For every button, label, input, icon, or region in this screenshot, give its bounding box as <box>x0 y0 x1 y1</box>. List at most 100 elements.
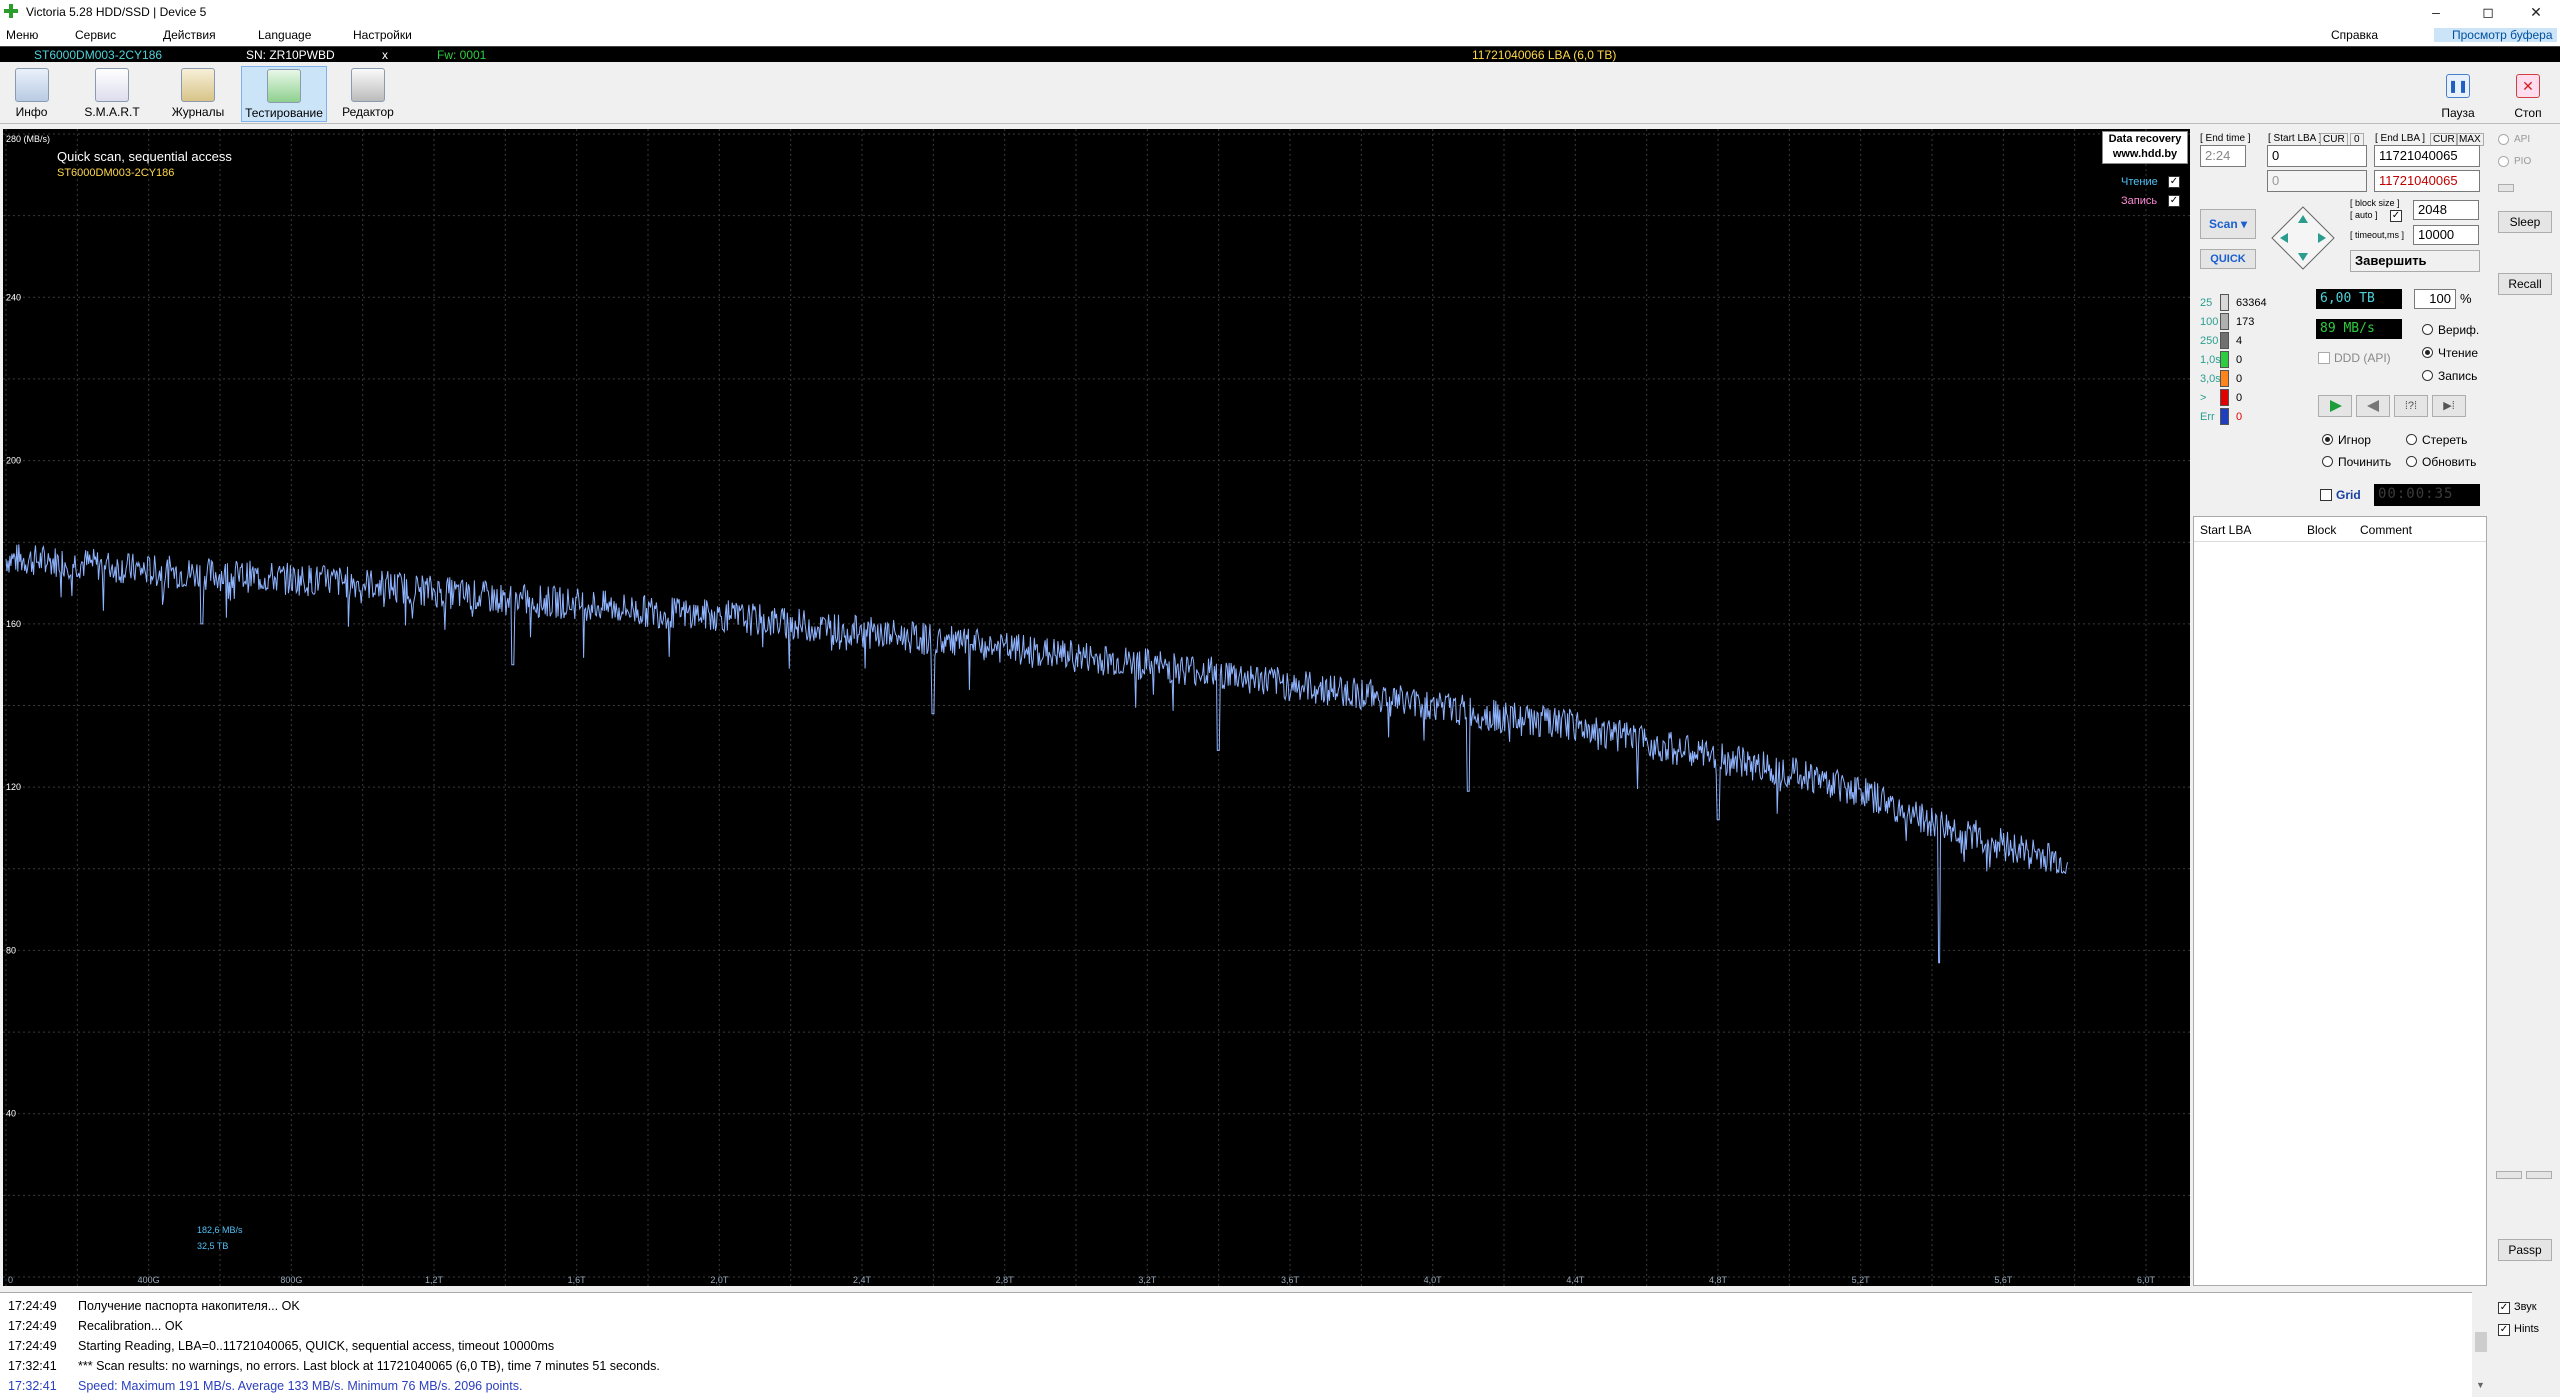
scroll-down-icon[interactable]: ▼ <box>2476 1380 2485 1390</box>
editor-grid-icon <box>351 68 385 102</box>
data-recovery-banner[interactable]: Data recovery www.hdd.by <box>2102 131 2188 164</box>
menu-actions[interactable]: Действия <box>163 28 216 42</box>
y-tick-label: 80 <box>6 945 16 955</box>
speed-graph-svg: 280 (MB/s) 240 200 160 120 80 40 0 400G 800G 1,2T 1… <box>3 129 2190 1286</box>
menu-main[interactable]: Меню <box>6 28 38 42</box>
menu-settings[interactable]: Настройки <box>353 28 412 42</box>
defects-table[interactable]: Start LBA Block Comment <box>2193 516 2487 1286</box>
close-device-icon[interactable]: x <box>382 48 388 62</box>
x-tick-label: 6,0T <box>2137 1275 2156 1285</box>
sound-checkbox[interactable]: ✓ <box>2498 1302 2510 1314</box>
log-message: Starting Reading, LBA=0..11721040065, QU… <box>78 1339 555 1353</box>
ignore-radio[interactable] <box>2322 434 2333 445</box>
close-window-button[interactable]: ✕ <box>2516 2 2556 22</box>
tab-editor[interactable]: Редактор <box>338 68 398 119</box>
col-start-lba[interactable]: Start LBA <box>2200 523 2251 537</box>
ddd-api-checkbox[interactable] <box>2318 352 2330 364</box>
direction-pad-icon[interactable] <box>2270 205 2336 271</box>
testing-plus-icon <box>267 69 301 103</box>
event-log[interactable]: 17:24:49 Получение паспорта накопителя...… <box>0 1292 2490 1397</box>
col-comment[interactable]: Comment <box>2360 523 2412 537</box>
stat-color-bar <box>2220 389 2229 406</box>
passp-button[interactable]: Passp <box>2498 1239 2552 1261</box>
app-cross-icon <box>4 4 18 18</box>
menu-help[interactable]: Справка <box>2331 28 2378 42</box>
verify-radio[interactable] <box>2422 324 2433 335</box>
tab-testing[interactable]: Тестирование <box>241 66 327 122</box>
sleep-button[interactable]: Sleep <box>2498 211 2552 233</box>
info-icon <box>14 68 49 102</box>
finish-action-select[interactable]: Завершить <box>2350 250 2480 272</box>
stat-count: 63364 <box>2236 297 2267 309</box>
back-button[interactable] <box>2356 395 2390 417</box>
end-time-field[interactable]: 2:24 <box>2200 145 2246 167</box>
y-tick-label: 200 <box>6 456 21 466</box>
direction-diamond-icon <box>2271 206 2335 270</box>
end-lba-current: 11721040065 <box>2374 170 2480 192</box>
write-radio[interactable] <box>2422 370 2433 381</box>
x-tick-label: 4,0T <box>1424 1275 1443 1285</box>
stat-label: 25 <box>2200 297 2213 309</box>
stop-button[interactable]: ✕ Стоп <box>2508 68 2548 120</box>
erase-label: Стереть <box>2422 433 2468 447</box>
elapsed-timer: 00:00:35 <box>2374 484 2480 506</box>
timeout-select[interactable]: 10000 <box>2413 225 2479 245</box>
skip-end-button[interactable]: ▶⁞ <box>2432 395 2466 417</box>
recall-button[interactable]: Recall <box>2498 273 2552 295</box>
log-scroll-thumb[interactable] <box>2475 1332 2487 1352</box>
api-radio[interactable] <box>2498 134 2509 145</box>
hints-checkbox[interactable]: ✓ <box>2498 1324 2510 1336</box>
legend-read-checkbox[interactable]: ✓ <box>2168 176 2180 188</box>
grid-checkbox[interactable] <box>2320 489 2332 501</box>
device-model[interactable]: ST6000DM003-2CY186 <box>34 48 162 62</box>
tab-info[interactable]: Инфо <box>9 68 54 119</box>
skip-unknown-button[interactable]: ⁞?⁞ <box>2394 395 2428 417</box>
size-display: 6,00 TB <box>2316 289 2402 309</box>
tab-logs[interactable]: Журналы <box>167 68 229 119</box>
small-panel-button[interactable] <box>2498 184 2514 192</box>
stop-label: Стоп <box>2514 106 2542 120</box>
menu-service[interactable]: Сервис <box>75 28 116 42</box>
col-block[interactable]: Block <box>2307 523 2336 537</box>
log-scrollbar[interactable]: ▼ <box>2472 1292 2490 1397</box>
y-tick-label: 40 <box>6 1109 16 1119</box>
pio-radio[interactable] <box>2498 156 2509 167</box>
side-button-column: API PIO Sleep Recall Passp <box>2490 129 2560 1286</box>
splitter-left-button[interactable] <box>2496 1171 2522 1179</box>
read-label: Чтение <box>2438 346 2479 360</box>
log-message: Speed: Maximum 191 MB/s. Average 133 MB/… <box>78 1379 523 1393</box>
auto-block-checkbox[interactable]: ✓ <box>2390 210 2402 222</box>
block-size-select[interactable]: 2048 <box>2413 200 2479 220</box>
tab-smart[interactable]: S.M.A.R.T <box>82 68 142 119</box>
y-tick-label: 240 <box>6 292 21 302</box>
splitter-right-button[interactable] <box>2526 1171 2552 1179</box>
x-tick-label: 5,6T <box>1994 1275 2013 1285</box>
play-button[interactable] <box>2318 395 2352 417</box>
scan-mode-dropdown[interactable]: Scan ▾ <box>2200 209 2256 239</box>
log-time: 17:32:41 <box>8 1359 57 1373</box>
log-message: Recalibration... OK <box>78 1319 183 1333</box>
stat-count: 0 <box>2236 411 2243 423</box>
percent-display: 100 <box>2414 289 2456 309</box>
log-row: 17:32:41 *** Scan results: no warnings, n… <box>8 1359 660 1373</box>
speed-graph[interactable]: 280 (MB/s) 240 200 160 120 80 40 0 400G 800G 1,2T 1… <box>3 129 2190 1286</box>
clipboard-view-button[interactable]: Просмотр буфера <box>2434 28 2557 42</box>
cursor-position-readout: 32,5 TB <box>197 1241 229 1251</box>
menu-language[interactable]: Language <box>258 28 311 42</box>
start-lba-input[interactable]: 0 <box>2267 145 2367 167</box>
x-tick-label: 1,6T <box>568 1275 587 1285</box>
read-radio[interactable] <box>2422 347 2433 358</box>
end-lba-input[interactable]: 11721040065 <box>2374 145 2480 167</box>
percent-sign: % <box>2460 291 2472 306</box>
quick-mode-button[interactable]: QUICK <box>2200 249 2256 269</box>
pause-button[interactable]: ❚❚ Пауза <box>2438 68 2478 120</box>
repair-radio[interactable] <box>2322 456 2333 467</box>
erase-radio[interactable] <box>2406 434 2417 445</box>
legend-write-checkbox[interactable]: ✓ <box>2168 195 2180 207</box>
end-time-label: [ End time ] <box>2200 133 2251 144</box>
refresh-radio[interactable] <box>2406 456 2417 467</box>
stat-color-bar <box>2220 351 2229 368</box>
minimize-button[interactable]: – <box>2416 2 2456 22</box>
start-lba-current: 0 <box>2267 170 2367 192</box>
maximize-button[interactable]: ◻ <box>2468 2 2508 22</box>
